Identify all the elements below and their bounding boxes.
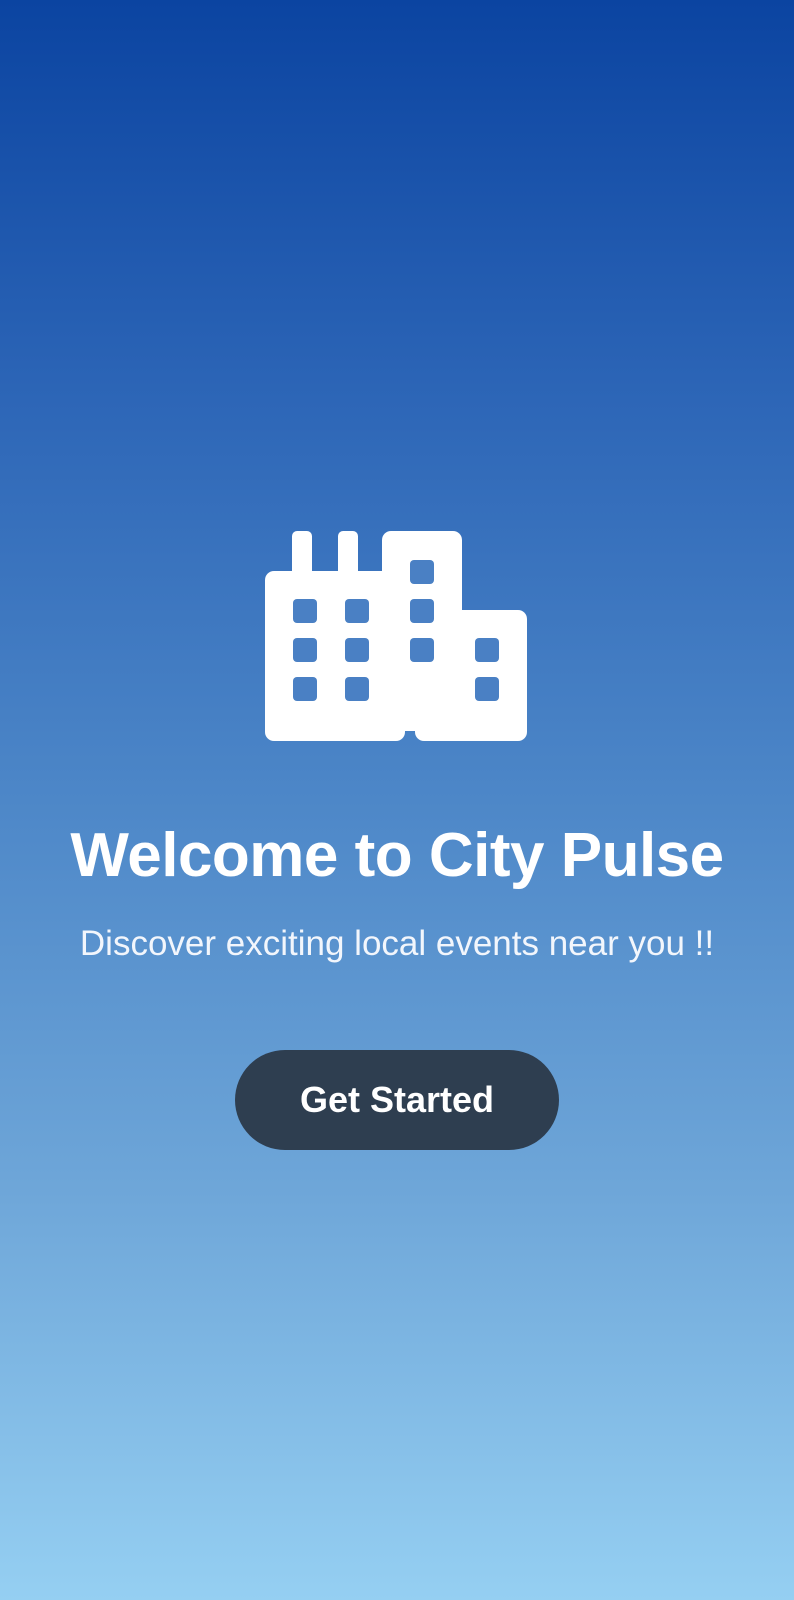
- welcome-screen: Welcome to City Pulse Discover exciting …: [0, 0, 794, 1600]
- city-buildings-icon: [265, 531, 527, 741]
- welcome-title: Welcome to City Pulse: [70, 821, 724, 890]
- welcome-subtitle: Discover exciting local events near you …: [79, 924, 715, 963]
- get-started-button[interactable]: Get Started: [235, 1050, 559, 1150]
